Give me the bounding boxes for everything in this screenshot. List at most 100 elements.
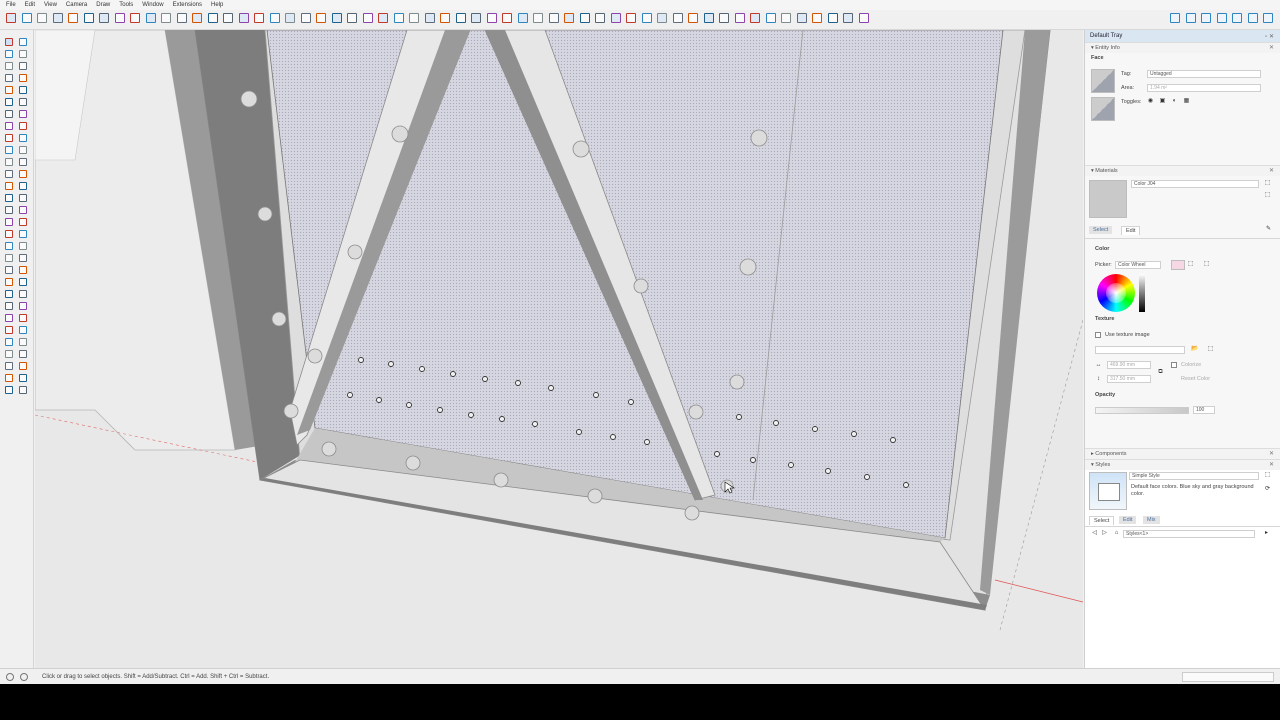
browse-icon[interactable]: 📂 (1191, 346, 1198, 353)
push-pull-icon[interactable] (5, 278, 13, 286)
circle-icon[interactable] (5, 254, 13, 262)
axes-icon[interactable] (533, 13, 543, 23)
scale-icon[interactable] (161, 13, 171, 23)
freehand-icon[interactable] (5, 242, 13, 250)
scale-icon[interactable] (19, 290, 27, 298)
match-screen-color-icon[interactable]: ⬚ (1203, 261, 1210, 268)
tab-select[interactable]: Select (1089, 226, 1113, 234)
rectangle-icon[interactable] (393, 13, 404, 23)
view-icon[interactable] (1216, 13, 1227, 23)
move-icon[interactable] (130, 13, 140, 23)
home-icon[interactable]: ⌂ (1113, 530, 1120, 537)
position-camera-icon[interactable] (5, 386, 13, 394)
edit-texture-icon[interactable]: ⬚ (1207, 346, 1214, 353)
polygon-icon[interactable] (19, 254, 27, 262)
push-pull-icon[interactable] (734, 13, 745, 23)
rotate-icon[interactable] (145, 13, 156, 23)
zoom-window-icon[interactable] (5, 182, 13, 190)
rectangle-icon[interactable] (19, 62, 27, 70)
text-icon[interactable] (517, 13, 528, 23)
details-icon[interactable]: ▸ (1263, 530, 1270, 537)
pan-icon[interactable] (5, 350, 13, 358)
menu-file[interactable]: File (6, 2, 16, 8)
axes-icon[interactable] (843, 13, 853, 23)
picker-select[interactable]: Color Wheel (1115, 261, 1161, 269)
use-texture-checkbox[interactable] (1095, 332, 1101, 338)
offset-icon[interactable] (796, 13, 807, 23)
view-icon[interactable] (1263, 13, 1273, 23)
zoom-icon[interactable] (19, 350, 27, 358)
paint-icon[interactable] (347, 13, 357, 23)
tape-measure-icon[interactable] (812, 13, 822, 23)
tag-select[interactable]: Untagged (1147, 70, 1261, 78)
orbit-icon[interactable] (19, 338, 27, 346)
view-icon[interactable] (1201, 13, 1211, 23)
orbit-icon[interactable] (238, 13, 249, 23)
model-drawing[interactable] (35, 30, 1083, 668)
zoom-extents-icon[interactable] (285, 13, 295, 23)
tape-icon[interactable] (19, 302, 27, 310)
text-icon[interactable] (5, 146, 13, 154)
paint-icon[interactable] (5, 230, 13, 238)
dimension-icon[interactable] (5, 134, 13, 142)
freehand-icon[interactable] (5, 62, 13, 70)
eraser-icon[interactable] (19, 218, 27, 226)
axes-icon[interactable] (19, 326, 27, 334)
receive-shadow-icon[interactable]: ▦ (1183, 98, 1190, 105)
push-pull-icon[interactable] (114, 13, 125, 23)
text-icon[interactable] (5, 326, 13, 334)
offset-icon[interactable] (5, 122, 13, 130)
styles-tab-edit[interactable]: Edit (1119, 516, 1137, 524)
axes-icon[interactable] (223, 13, 233, 23)
section-icon[interactable] (19, 386, 27, 394)
arc-icon[interactable] (5, 266, 13, 274)
menu-edit[interactable]: Edit (25, 2, 35, 8)
close-icon[interactable]: ✕ (1269, 167, 1274, 174)
rectangle-icon[interactable] (703, 13, 714, 23)
menu-window[interactable]: Window (142, 2, 163, 8)
zoom-extents-icon[interactable] (19, 182, 27, 190)
select-icon[interactable] (5, 38, 13, 46)
tape-measure-icon[interactable] (502, 13, 512, 23)
eye-icon[interactable]: ◉ (1147, 98, 1154, 105)
select-icon[interactable] (5, 218, 13, 226)
zoom-icon[interactable] (269, 13, 280, 23)
push-pull-icon[interactable] (5, 98, 13, 106)
brightness-slider[interactable] (1139, 274, 1145, 312)
line-icon[interactable] (52, 13, 63, 23)
menu-camera[interactable]: Camera (66, 2, 87, 8)
close-icon[interactable]: ✕ (1269, 44, 1274, 51)
link-aspect-icon[interactable]: ⧉ (1157, 369, 1164, 376)
pan-icon[interactable] (5, 170, 13, 178)
view-icon[interactable] (1247, 13, 1258, 23)
offset-icon[interactable] (486, 13, 497, 23)
text-icon[interactable] (827, 13, 838, 23)
line-icon[interactable] (672, 13, 683, 23)
color-wheel[interactable] (1097, 274, 1135, 312)
paint-icon[interactable] (5, 50, 13, 58)
create-style-icon[interactable]: ⬚ (1264, 472, 1271, 479)
walk-icon[interactable] (5, 194, 13, 202)
pan-icon[interactable] (564, 13, 574, 23)
materials-header[interactable]: ▾ Materials ✕ (1085, 165, 1280, 176)
move-icon[interactable] (19, 86, 27, 94)
rotate-icon[interactable] (455, 13, 466, 23)
section-icon[interactable] (19, 206, 27, 214)
section-plane-icon[interactable] (300, 13, 311, 23)
look-around-icon[interactable] (19, 194, 27, 202)
front-face-swatch[interactable] (1091, 69, 1115, 93)
eraser-icon[interactable] (331, 13, 342, 23)
line-icon[interactable] (19, 50, 27, 58)
texture-path-field[interactable] (1095, 346, 1185, 354)
forward-icon[interactable]: ▷ (1101, 530, 1108, 537)
styles-header[interactable]: ▾ Styles ✕ (1085, 459, 1280, 470)
styles-collection-select[interactable]: Styles<1> (1123, 530, 1255, 538)
back-face-swatch[interactable] (1091, 97, 1115, 121)
scale-icon[interactable] (19, 110, 27, 118)
text-icon[interactable] (207, 13, 218, 23)
arc-icon[interactable] (68, 13, 78, 23)
rotate-icon[interactable] (19, 278, 27, 286)
select-icon[interactable] (316, 13, 326, 23)
line-icon[interactable] (19, 230, 27, 238)
move-icon[interactable] (440, 13, 450, 23)
